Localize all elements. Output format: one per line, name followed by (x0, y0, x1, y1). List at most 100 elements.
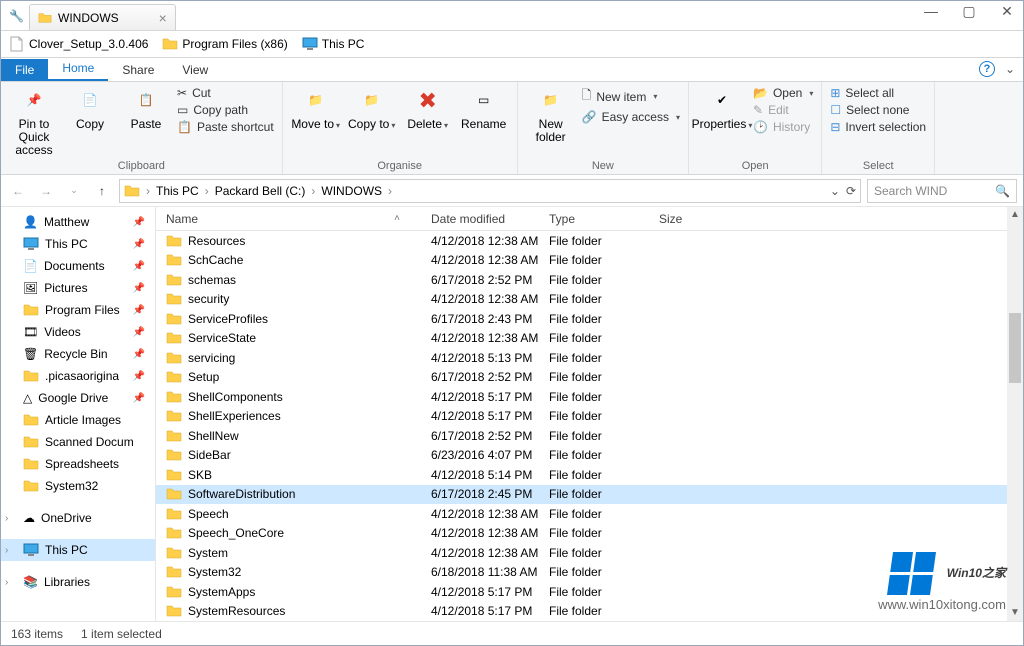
table-row[interactable]: SKB4/12/2018 5:14 PMFile folder (156, 465, 1023, 485)
bookmark-item[interactable]: Program Files (x86) (162, 36, 287, 52)
column-size[interactable]: Size (649, 212, 729, 226)
select-none-button[interactable]: ☐Select none (830, 103, 926, 117)
move-to-button[interactable]: 📁Move to▾ (291, 86, 341, 131)
table-row[interactable]: ServiceProfiles6/17/2018 2:43 PMFile fol… (156, 309, 1023, 329)
close-button[interactable]: ✕ (997, 3, 1017, 20)
cut-button[interactable]: ✂Cut (177, 86, 274, 100)
file-date: 6/17/2018 2:52 PM (421, 370, 539, 384)
chevron-right-icon[interactable]: › (201, 184, 213, 198)
scrollbar[interactable]: ▲ ▼ (1007, 207, 1023, 621)
back-button[interactable]: ← (7, 180, 29, 202)
pin-quickaccess-button[interactable]: 📌Pin to Quick access (9, 86, 59, 158)
sidebar-item[interactable]: Scanned Docum (1, 431, 155, 453)
sidebar-item[interactable]: △Google Drive📌 (1, 387, 155, 409)
recent-dropdown[interactable]: ⌄ (63, 180, 85, 202)
copy-button[interactable]: 📄Copy (65, 86, 115, 131)
sidebar-label: This PC (45, 543, 88, 557)
chevron-icon[interactable]: › (5, 513, 8, 524)
pin-icon: 📌 (133, 327, 145, 338)
address-bar[interactable]: › This PC › Packard Bell (C:) › WINDOWS … (119, 179, 861, 203)
chevron-icon[interactable]: › (5, 545, 8, 556)
breadcrumb-item[interactable]: Packard Bell (C:) (215, 184, 306, 198)
chevron-right-icon[interactable]: › (307, 184, 319, 198)
table-row[interactable]: servicing4/12/2018 5:13 PMFile folder (156, 348, 1023, 368)
tab-view[interactable]: View (168, 59, 222, 81)
table-row[interactable]: Setup6/17/2018 2:52 PMFile folder (156, 368, 1023, 388)
sidebar-item[interactable]: 👤Matthew📌 (1, 211, 155, 233)
breadcrumb-item[interactable]: WINDOWS (321, 184, 382, 198)
newitem-icon: 🗋 (582, 86, 592, 107)
sidebar-item[interactable]: Spreadsheets (1, 453, 155, 475)
sidebar-item[interactable]: System32 (1, 475, 155, 497)
delete-button[interactable]: ✖Delete▾ (403, 86, 453, 131)
table-row[interactable]: SideBar6/23/2016 4:07 PMFile folder (156, 446, 1023, 466)
address-dropdown-icon[interactable]: ⌄ (830, 184, 840, 198)
edit-button[interactable]: ✎Edit (753, 103, 813, 117)
table-row[interactable]: security4/12/2018 12:38 AMFile folder (156, 290, 1023, 310)
new-item-button[interactable]: 🗋New item▾ (582, 86, 680, 107)
window-tab[interactable]: WINDOWS × (29, 4, 176, 30)
column-date[interactable]: Date modified (421, 212, 539, 226)
chevron-right-icon[interactable]: › (384, 184, 396, 198)
history-button[interactable]: 🕑History (753, 120, 813, 134)
table-row[interactable]: ShellExperiences4/12/2018 5:17 PMFile fo… (156, 407, 1023, 427)
open-button[interactable]: 📂Open▾ (753, 86, 813, 100)
sidebar-item[interactable]: 🎞Videos📌 (1, 321, 155, 343)
up-button[interactable]: ↑ (91, 180, 113, 202)
forward-button[interactable]: → (35, 180, 57, 202)
table-row[interactable]: Speech4/12/2018 12:38 AMFile folder (156, 504, 1023, 524)
table-row[interactable]: ServiceState4/12/2018 12:38 AMFile folde… (156, 329, 1023, 349)
table-row[interactable]: schemas6/17/2018 2:52 PMFile folder (156, 270, 1023, 290)
tab-share[interactable]: Share (108, 59, 168, 81)
file-type: File folder (539, 585, 649, 599)
tab-home[interactable]: Home (48, 57, 108, 81)
table-row[interactable]: ShellNew6/17/2018 2:52 PMFile folder (156, 426, 1023, 446)
sidebar-item[interactable]: Article Images (1, 409, 155, 431)
sidebar-item[interactable]: 📄Documents📌 (1, 255, 155, 277)
table-row[interactable]: SoftwareDistribution6/17/2018 2:45 PMFil… (156, 485, 1023, 505)
column-name[interactable]: Name˄ (156, 212, 421, 226)
sidebar-item[interactable]: 🗑Recycle Bin📌 (1, 343, 155, 365)
tab-file[interactable]: File (1, 59, 48, 81)
easy-access-button[interactable]: 🔗Easy access▾ (582, 110, 680, 124)
collapse-ribbon-icon[interactable]: ⌄ (1005, 62, 1015, 76)
sidebar-item[interactable]: 🖼Pictures📌 (1, 277, 155, 299)
sidebar-item[interactable]: This PC📌 (1, 233, 155, 255)
bookmark-item[interactable]: Clover_Setup_3.0.406 (9, 36, 148, 52)
scroll-up-icon[interactable]: ▲ (1007, 207, 1023, 223)
scroll-thumb[interactable] (1009, 313, 1021, 383)
table-row[interactable]: ShellComponents4/12/2018 5:17 PMFile fol… (156, 387, 1023, 407)
help-icon[interactable]: ? (979, 61, 995, 77)
table-row[interactable]: Resources4/12/2018 12:38 AMFile folder (156, 231, 1023, 251)
table-row[interactable]: SchCache4/12/2018 12:38 AMFile folder (156, 251, 1023, 271)
sidebar-item[interactable]: ›☁OneDrive (1, 507, 155, 529)
column-type[interactable]: Type (539, 212, 649, 226)
sidebar-item[interactable]: Program Files📌 (1, 299, 155, 321)
file-name: SideBar (188, 448, 231, 462)
table-row[interactable]: Speech_OneCore4/12/2018 12:38 AMFile fol… (156, 524, 1023, 544)
new-folder-button[interactable]: 📁New folder (526, 86, 576, 144)
scroll-down-icon[interactable]: ▼ (1007, 605, 1023, 621)
copy-to-button[interactable]: 📁Copy to▾ (347, 86, 397, 131)
minimize-button[interactable]: — (921, 3, 941, 20)
copy-path-button[interactable]: ▭Copy path (177, 103, 274, 117)
maximize-button[interactable]: ▢ (959, 3, 979, 20)
wrench-icon[interactable]: 🔧 (9, 9, 23, 23)
close-tab-icon[interactable]: × (159, 10, 167, 26)
refresh-icon[interactable]: ⟳ (846, 184, 856, 198)
sidebar-item[interactable]: ›📚Libraries (1, 571, 155, 593)
rename-button[interactable]: ▭Rename (459, 86, 509, 131)
paste-shortcut-button[interactable]: 📋Paste shortcut (177, 120, 274, 134)
sidebar-item[interactable]: › This PC (1, 539, 155, 561)
select-all-button[interactable]: ⊞Select all (830, 86, 926, 100)
search-input[interactable]: Search WIND 🔍 (867, 179, 1017, 203)
chevron-right-icon[interactable]: › (142, 184, 154, 198)
file-date: 4/12/2018 5:17 PM (421, 585, 539, 599)
breadcrumb-item[interactable]: This PC (156, 184, 199, 198)
bookmark-item[interactable]: This PC (302, 36, 365, 52)
invert-selection-button[interactable]: ⊟Invert selection (830, 120, 926, 134)
properties-button[interactable]: ✔Properties▾ (697, 86, 747, 131)
paste-button[interactable]: 📋Paste (121, 86, 171, 131)
sidebar-item[interactable]: .picasaorigina📌 (1, 365, 155, 387)
chevron-icon[interactable]: › (5, 577, 8, 588)
